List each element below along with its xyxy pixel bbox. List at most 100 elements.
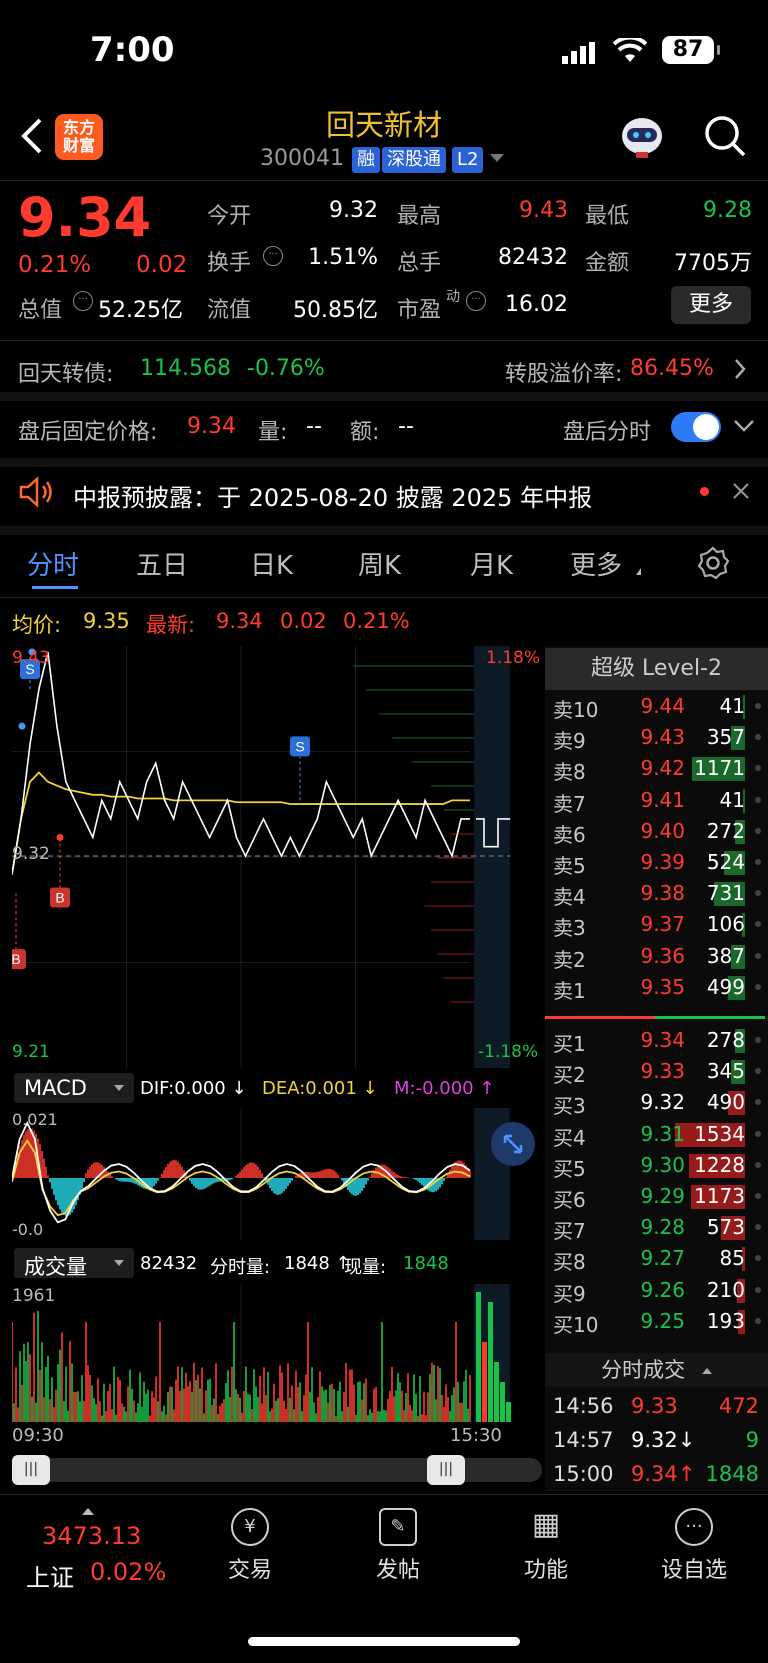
expand-icon[interactable] [491,1122,535,1166]
dropdown-icon[interactable] [490,154,504,162]
orderbook-indicator-dot [755,1317,761,1324]
orderbook-row[interactable]: 买10 9.25 193 [545,1306,767,1337]
tab-five-day[interactable]: 五日 [136,545,188,582]
tab-active-indicator [32,586,78,589]
premium-value: 86.45% [630,356,714,381]
orderbook-row[interactable]: 卖10 9.44 41 [545,691,767,722]
macd-selector[interactable]: MACD [14,1073,134,1103]
orderbook-row[interactable]: 买6 9.29 1173 [545,1181,767,1212]
tick-row: 15:00 9.34↑ 1848 [545,1460,767,1492]
orderbook-volume: 210 [706,1277,745,1302]
tab-daily-k[interactable]: 日K [250,545,293,582]
close-icon[interactable] [732,482,750,504]
more-button[interactable]: 更多 [671,286,751,324]
orderbook-volume: 357 [706,725,745,750]
after-hours-volume-bar [488,1302,493,1422]
more-dots-icon: ··· [675,1508,713,1546]
wifi-icon [612,35,648,68]
orderbook-row[interactable]: 买3 9.32 490 [545,1087,767,1118]
orderbook-level-label: 买5 [553,1156,586,1181]
orderbook-level-label: 买3 [553,1094,586,1119]
level2-title-bar[interactable]: 超级 Level-2 [545,648,768,690]
open-label: 今开 [207,204,252,229]
chart-ref-price: 9.32 [12,844,50,864]
tag-connect: 深股通 [382,147,446,173]
after-hours-amt-label: 额: [350,420,380,445]
trade-icon: ¥ [231,1508,269,1546]
orderbook-row[interactable]: 卖4 9.38 731 [545,878,767,909]
orderbook-price: 9.35 [640,974,685,999]
orderbook-row[interactable]: 买7 9.28 573 [545,1212,767,1243]
orderbook-level-label: 买10 [553,1312,599,1337]
tab-monthly-k[interactable]: 月K [470,545,513,582]
orderbook-row[interactable]: 买5 9.30 1228 [545,1150,767,1181]
ticks-title: 分时成交 [601,1358,686,1382]
orderbook-row[interactable]: 买2 9.33 345 [545,1056,767,1087]
latest-label: 最新: [146,613,196,637]
volume-selector[interactable]: 成交量 [14,1248,134,1279]
index-value[interactable]: 3473.13 [42,1522,141,1550]
tick-price: 9.33 [631,1394,678,1418]
nav-trade[interactable]: ¥ 交易 [190,1508,310,1584]
bond-chevron-icon[interactable] [733,357,747,385]
macd-top-label: 0.021 [12,1110,58,1129]
bond-change: -0.76% [247,356,325,381]
info-icon[interactable]: ··· [73,291,93,311]
after-hours-volume-bar [482,1342,487,1422]
notice-text[interactable]: 中报预披露：于 2025-08-20 披露 2025 年中报 [73,478,592,513]
nav-post[interactable]: ✎ 发帖 [338,1508,458,1584]
intraday-price-chart[interactable]: SSBB [12,646,542,1068]
orderbook-price: 9.26 [640,1277,685,1302]
orderbook-price: 9.41 [640,787,685,812]
amount-label: 金额 [585,251,630,276]
tab-weekly-k[interactable]: 周K [358,545,401,582]
index-name[interactable]: 上证 [26,1558,74,1593]
orderbook-row[interactable]: 卖6 9.40 272 [545,816,767,847]
orderbook-row[interactable]: 卖1 9.35 499 [545,972,767,1003]
orderbook-row[interactable]: 买1 9.34 278 [545,1025,767,1056]
bond-price: 114.568 [140,356,231,381]
tab-more[interactable]: 更多 [570,545,622,582]
orderbook-price: 9.38 [640,881,685,906]
info-icon[interactable]: ··· [263,246,283,266]
orderbook-volume: 41 [719,694,745,718]
info-icon[interactable]: ··· [466,291,486,311]
index-pct[interactable]: 0.02% [90,1558,166,1586]
nav-add-watchlist[interactable]: ··· 设自选 [634,1508,754,1584]
orderbook-price: 9.37 [640,912,685,937]
orderbook-indicator-dot [755,1130,761,1137]
orderbook-price: 9.31 [640,1121,685,1146]
after-hours-toggle[interactable] [671,412,721,442]
volume-minute-label: 分时量: [210,1257,271,1278]
ticks-header[interactable]: 分时成交 [545,1353,768,1387]
orderbook-row[interactable]: 买4 9.31 1534 [545,1119,767,1150]
orderbook-row[interactable]: 卖5 9.39 524 [545,847,767,878]
orderbook-row[interactable]: 卖3 9.37 106 [545,909,767,940]
chart-low-pct: -1.18% [478,1042,539,1062]
orderbook-volume: 272 [706,818,745,843]
orderbook-level-label: 卖2 [553,947,586,972]
speaker-icon [18,476,54,512]
orderbook-row[interactable]: 卖9 9.43 357 [545,722,767,753]
tick-time: 14:57 [553,1428,614,1452]
range-slider-left-handle[interactable]: ||| [12,1455,50,1485]
tick-price: 9.34↑ [631,1462,696,1486]
orderbook-row[interactable]: 买9 9.26 210 [545,1275,767,1306]
nav-functions[interactable]: ▦ 功能 [486,1508,606,1584]
macd-dea: DEA:0.001 ↓ [262,1078,378,1099]
tab-intraday[interactable]: 分时 [27,545,79,582]
range-slider-right-handle[interactable]: ||| [427,1455,465,1485]
orderbook-row[interactable]: 卖2 9.36 387 [545,941,767,972]
orderbook-indicator-dot [755,952,761,959]
orderbook-price: 9.28 [640,1215,685,1240]
search-icon[interactable] [703,114,747,162]
orderbook-row[interactable]: 买8 9.27 85 [545,1243,767,1274]
tick-volume: 9 [745,1428,759,1452]
orderbook-row[interactable]: 卖8 9.42 1171 [545,753,767,784]
svg-text:B: B [55,889,64,905]
orderbook-row[interactable]: 卖7 9.41 41 [545,785,767,816]
gear-icon[interactable] [696,546,730,584]
robot-assistant-icon[interactable] [618,114,666,164]
orderbook-indicator-dot [755,703,761,709]
chevron-down-icon[interactable] [733,418,755,437]
